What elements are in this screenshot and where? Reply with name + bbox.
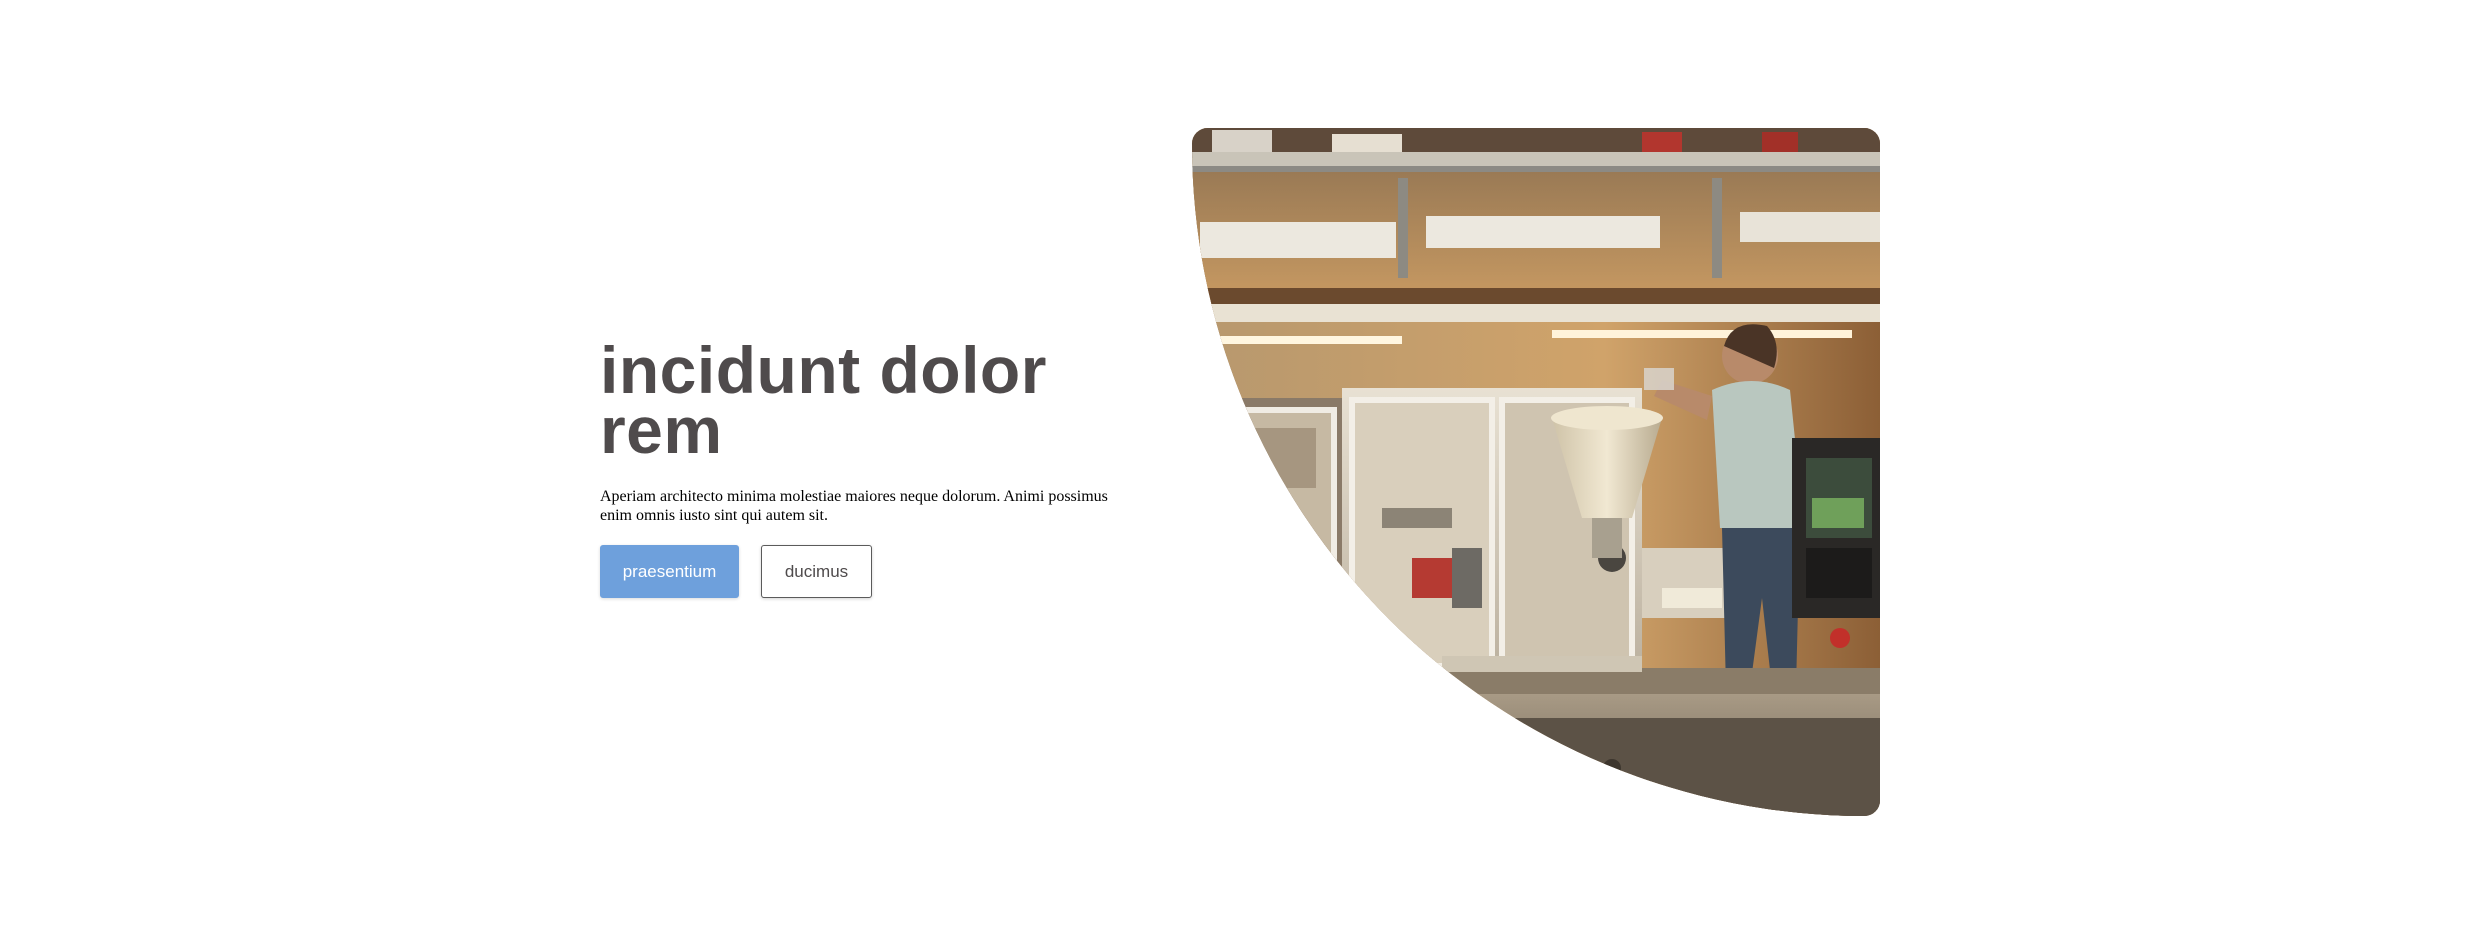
hero-image bbox=[1192, 128, 1880, 816]
hero-title: incidunt dolor rem bbox=[600, 333, 1047, 467]
hero-section: incidunt dolor rem Aperiam architecto mi… bbox=[0, 0, 2480, 944]
workshop-photo bbox=[1192, 128, 1880, 816]
hero-description: Aperiam architecto minima molestiae maio… bbox=[600, 488, 1108, 524]
hero-actions: praesentium ducimus bbox=[600, 545, 1120, 598]
primary-cta-button[interactable]: praesentium bbox=[600, 545, 739, 598]
secondary-cta-button[interactable]: ducimus bbox=[761, 545, 872, 598]
hero-text-block: incidunt dolor rem Aperiam architecto mi… bbox=[600, 333, 1120, 598]
